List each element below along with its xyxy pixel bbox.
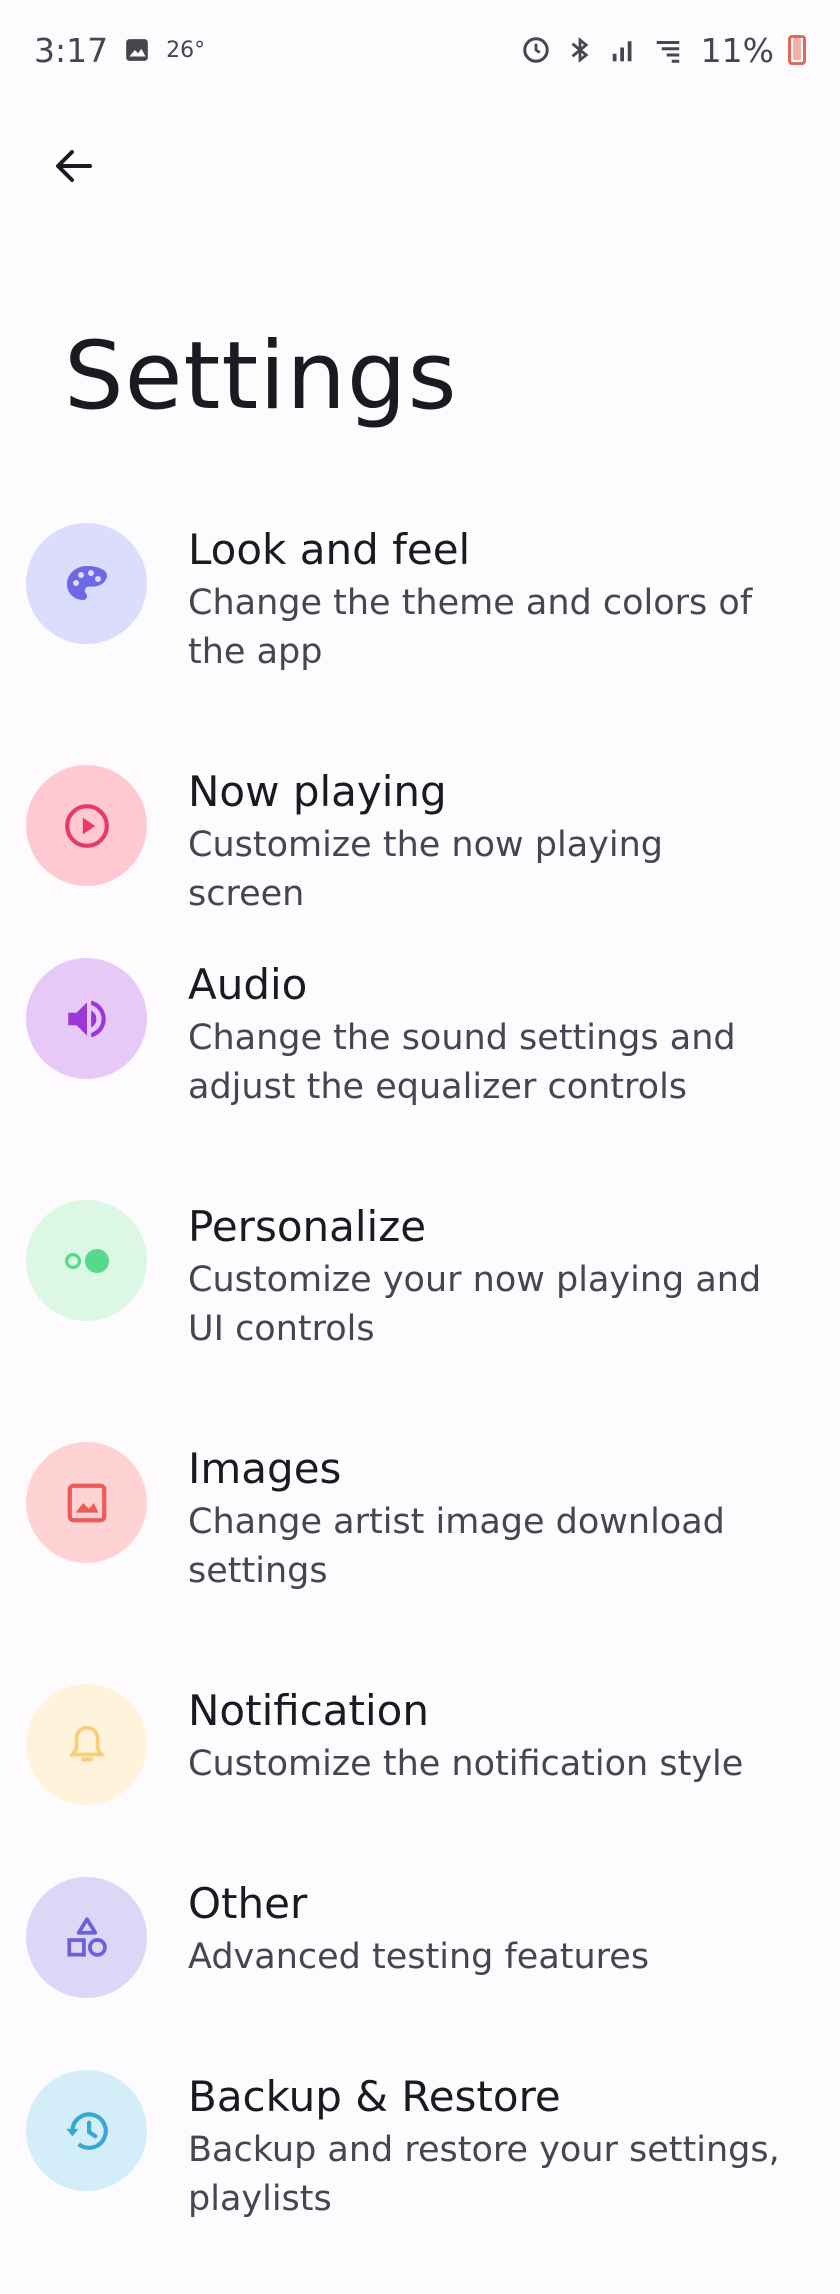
wifi-icon: [653, 35, 683, 65]
item-title: Other: [188, 1879, 308, 1928]
item-title: Notification: [188, 1686, 429, 1735]
status-bar-left: 3:17 26°: [34, 31, 205, 70]
signal-icon: [609, 35, 639, 65]
settings-item-audio[interactable]: Audio Change the sound settings and adju…: [0, 940, 840, 1182]
bluetooth-icon: [565, 35, 595, 65]
image-icon: [67, 1483, 106, 1522]
gallery-icon: [122, 35, 152, 65]
item-title: Personalize: [188, 1202, 427, 1251]
status-bar: 3:17 26° 11%: [0, 0, 840, 100]
settings-item-other[interactable]: Other Advanced testing features: [0, 1859, 840, 2052]
settings-list: Look and feel Change the theme and color…: [0, 505, 840, 2294]
restore-icon-container: [26, 2070, 147, 2191]
bell-icon-container: [26, 1684, 147, 1805]
item-title: Audio: [188, 960, 308, 1009]
settings-item-look-and-feel[interactable]: Look and feel Change the theme and color…: [0, 505, 840, 747]
item-title: Images: [188, 1444, 342, 1493]
item-subtitle: Customize your now playing and UI contro…: [188, 1260, 762, 1349]
shapes-icon-container: [26, 1877, 147, 1998]
volume-icon-container: [26, 958, 147, 1079]
arrow-back-icon: [56, 150, 92, 182]
item-subtitle: Change the theme and colors of the app: [188, 583, 753, 672]
palette-icon: [66, 565, 107, 600]
status-bar-right: 11%: [521, 31, 806, 70]
play-circle-icon-container: [26, 765, 147, 886]
play-circle-icon: [64, 803, 109, 848]
status-time: 3:17: [34, 30, 109, 70]
settings-item-backup-restore[interactable]: Backup & Restore Backup and restore your…: [0, 2052, 840, 2294]
bell-icon: [68, 1725, 105, 1761]
item-subtitle: Change the sound settings and adjust the…: [188, 1018, 736, 1107]
image-icon-container: [26, 1442, 147, 1563]
item-title: Look and feel: [188, 525, 471, 574]
item-subtitle: Advanced testing features: [188, 1937, 650, 1977]
item-subtitle: Customize the now playing screen: [188, 825, 663, 914]
settings-item-images[interactable]: Images Change artist image download sett…: [0, 1424, 840, 1666]
item-subtitle: Change artist image download settings: [188, 1502, 725, 1591]
item-subtitle: Backup and restore your settings, playli…: [188, 2130, 780, 2219]
item-title: Now playing: [188, 767, 447, 816]
restore-icon: [65, 2111, 108, 2150]
toggle-icon-container: [26, 1200, 147, 1321]
settings-item-now-playing[interactable]: Now playing Customize the now playing sc…: [0, 747, 840, 940]
shapes-icon: [66, 1916, 107, 1957]
status-temperature: 26°: [166, 37, 206, 63]
battery-icon: [788, 35, 806, 65]
alarm-icon: [521, 35, 551, 65]
item-subtitle: Customize the notification style: [188, 1744, 744, 1784]
palette-icon-container: [26, 523, 147, 644]
page-title: Settings: [64, 322, 458, 431]
toggle-icon: [64, 1248, 109, 1273]
item-title: Backup & Restore: [188, 2072, 561, 2121]
battery-percent: 11%: [700, 30, 774, 70]
settings-item-notification[interactable]: Notification Customize the notification …: [0, 1666, 840, 1859]
back-button[interactable]: [32, 124, 116, 208]
settings-item-personalize[interactable]: Personalize Customize your now playing a…: [0, 1182, 840, 1424]
volume-icon: [67, 1000, 106, 1037]
